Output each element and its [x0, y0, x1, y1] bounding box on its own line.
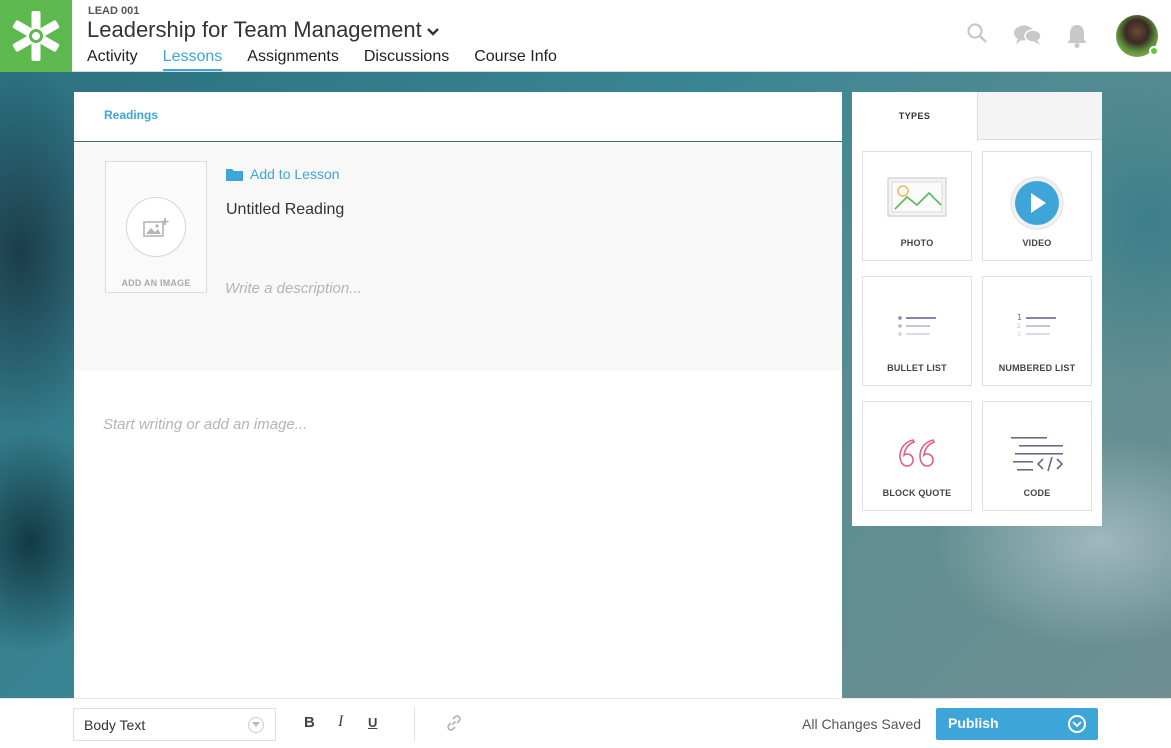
type-video-label: VIDEO	[1022, 238, 1052, 248]
italic-button[interactable]: I	[338, 713, 343, 731]
folder-icon	[226, 168, 243, 181]
type-bullet-list-label: BULLET LIST	[887, 363, 947, 373]
type-numbered-list-label: NUMBERED LIST	[998, 363, 1076, 373]
tab-assignments[interactable]: Assignments	[247, 47, 339, 71]
course-code: LEAD 001	[88, 5, 140, 17]
type-bullet-list-button[interactable]: BULLET LIST	[862, 276, 972, 386]
top-header: LEAD 001 Leadership for Team Management …	[0, 0, 1171, 72]
text-style-value: Body Text	[84, 717, 146, 733]
underline-button[interactable]: U	[368, 715, 377, 730]
type-photo-button[interactable]: PHOTO	[862, 151, 972, 261]
chat-icon[interactable]	[1013, 24, 1043, 51]
app-logo[interactable]	[0, 0, 72, 72]
description-input[interactable]: Write a description...	[225, 280, 362, 297]
editor-toolbar: Body Text B I U All Changes Saved Publis…	[0, 698, 1171, 748]
tab-empty[interactable]	[978, 92, 1102, 140]
bold-button[interactable]: B	[304, 714, 315, 731]
add-image-dropzone[interactable]: ADD AN IMAGE	[105, 161, 207, 293]
course-title: Leadership for Team Management	[87, 17, 422, 42]
publish-button[interactable]: Publish	[936, 708, 1098, 740]
type-block-quote-label: BLOCK QUOTE	[882, 488, 952, 498]
chevron-down-icon	[248, 717, 264, 733]
publish-label: Publish	[948, 715, 999, 731]
svg-text:3: 3	[1017, 331, 1021, 338]
add-to-lesson-label: Add to Lesson	[250, 166, 340, 182]
type-photo-label: PHOTO	[900, 238, 934, 248]
type-code-label: CODE	[1023, 488, 1051, 498]
tab-lessons[interactable]: Lessons	[162, 47, 223, 71]
course-title-dropdown[interactable]: Leadership for Team Management	[87, 17, 440, 43]
type-numbered-list-button[interactable]: 1 2 3 NUMBERED LIST	[982, 276, 1092, 386]
tab-readings[interactable]: Readings	[104, 108, 158, 122]
reading-meta-area: ADD AN IMAGE Add to Lesson Untitled Read…	[74, 142, 842, 370]
reading-title-input[interactable]: Untitled Reading	[226, 201, 344, 219]
tab-discussions[interactable]: Discussions	[364, 47, 449, 71]
toolbar-divider	[414, 707, 415, 741]
asterisk-logo-icon	[12, 11, 60, 61]
photo-icon	[863, 177, 971, 217]
numbered-list-icon: 1 2 3	[983, 312, 1091, 338]
type-block-quote-button[interactable]: BLOCK QUOTE	[862, 401, 972, 511]
search-icon[interactable]	[966, 22, 988, 49]
bullet-list-icon	[863, 314, 971, 338]
save-status: All Changes Saved	[802, 716, 922, 732]
types-tab-bar: TYPES	[852, 92, 1102, 141]
quote-icon	[863, 436, 971, 468]
body-editor-input[interactable]: Start writing or add an image...	[103, 416, 307, 433]
online-status-indicator	[1149, 46, 1159, 56]
course-nav: Activity Lessons Assignments Discussions…	[87, 47, 582, 71]
type-video-button[interactable]: VIDEO	[982, 151, 1092, 261]
video-play-icon	[983, 176, 1091, 230]
reading-editor: Readings ADD AN IMAGE Add to Lesson Unti…	[74, 92, 842, 698]
add-to-lesson-link[interactable]: Add to Lesson	[226, 166, 340, 182]
tab-activity[interactable]: Activity	[87, 47, 138, 71]
svg-text:2: 2	[1017, 323, 1021, 330]
bell-icon[interactable]	[1066, 23, 1088, 54]
tab-types[interactable]: TYPES	[852, 92, 978, 141]
code-icon	[983, 436, 1091, 476]
chevron-down-icon[interactable]	[426, 17, 440, 43]
type-code-button[interactable]: CODE	[982, 401, 1092, 511]
link-icon[interactable]	[446, 715, 462, 735]
image-placeholder-circle	[126, 197, 186, 257]
add-image-label: ADD AN IMAGE	[121, 278, 191, 288]
add-image-icon	[143, 218, 169, 237]
svg-text:1: 1	[1017, 313, 1022, 322]
text-style-select[interactable]: Body Text	[73, 708, 276, 741]
chevron-down-icon[interactable]	[1068, 715, 1086, 733]
editor-tab-bar: Readings	[74, 92, 842, 142]
tab-course-info[interactable]: Course Info	[474, 47, 557, 71]
content-types-panel: TYPES PHOTO VIDEO BULLET LIST 1 2 3 NUMB…	[852, 92, 1102, 526]
